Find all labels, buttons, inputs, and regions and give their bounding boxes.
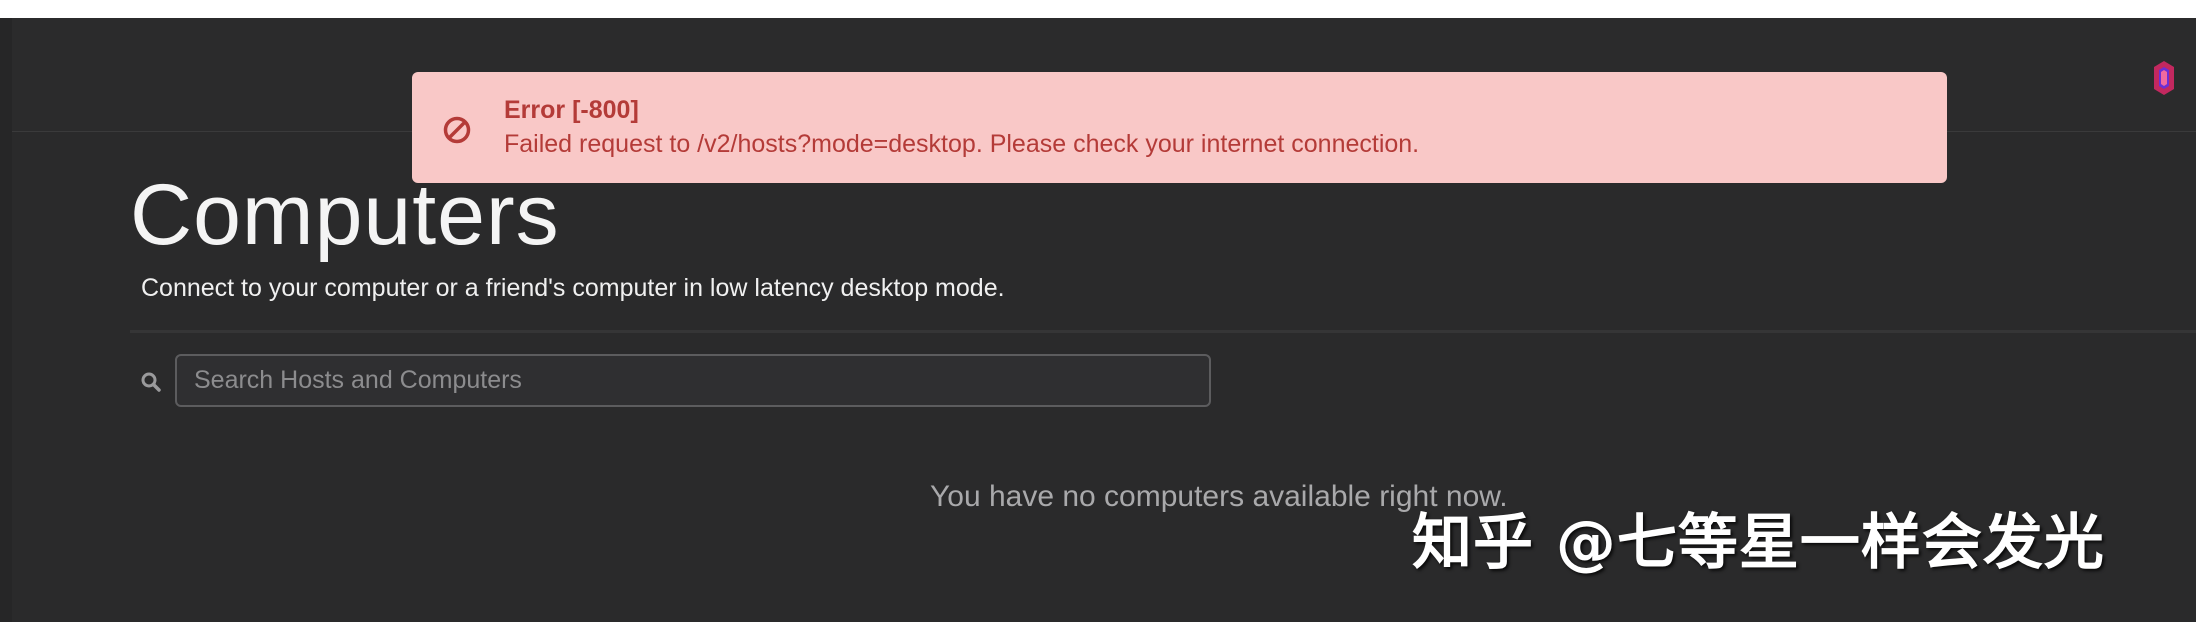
page-subtitle: Connect to your computer or a friend's c… xyxy=(141,274,1005,302)
page-title: Computers xyxy=(130,167,560,263)
app-logo-icon[interactable] xyxy=(2151,58,2177,98)
toast-title: Error [-800] xyxy=(504,96,639,124)
search-icon xyxy=(140,371,162,393)
window-top-strip xyxy=(0,0,2196,18)
toast-message: Failed request to /v2/hosts?mode=desktop… xyxy=(504,130,1420,158)
left-edge xyxy=(0,18,12,622)
blocked-icon xyxy=(442,115,472,145)
search-input[interactable] xyxy=(175,354,1211,407)
watermark: 知乎 @七等星一样会发光 xyxy=(1412,508,2105,578)
divider xyxy=(130,330,2196,333)
error-toast: Error [-800] Failed request to /v2/hosts… xyxy=(412,72,1947,183)
